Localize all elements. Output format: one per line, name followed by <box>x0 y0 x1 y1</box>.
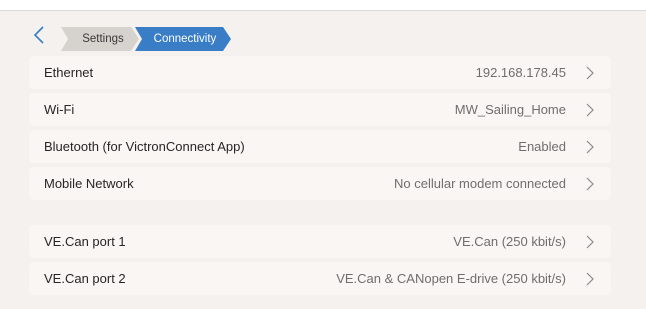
breadcrumb-settings-label: Settings <box>82 33 124 45</box>
chevron-right-icon <box>586 140 594 154</box>
list-item-value: No cellular modem connected <box>394 176 566 191</box>
list-item-label: VE.Can port 1 <box>44 234 126 249</box>
chevron-right-icon <box>586 66 594 80</box>
list-item-label: Mobile Network <box>44 176 134 191</box>
list-item-value: Enabled <box>518 139 566 154</box>
list-item-value: VE.Can (250 kbit/s) <box>453 234 566 249</box>
chevron-left-icon <box>33 26 44 44</box>
list-item-label: Ethernet <box>44 65 94 80</box>
back-button[interactable] <box>28 23 50 47</box>
settings-list: Ethernet 192.168.178.45 Wi-Fi MW_Sailing… <box>29 56 611 299</box>
breadcrumb-connectivity-label: Connectivity <box>153 33 217 45</box>
chevron-right-icon <box>586 177 594 191</box>
breadcrumb-settings[interactable]: Settings <box>61 27 139 51</box>
chevron-right-icon <box>586 272 594 286</box>
list-item-wifi[interactable]: Wi-Fi MW_Sailing_Home <box>29 93 611 126</box>
list-item-label: Bluetooth (for VictronConnect App) <box>44 139 245 154</box>
list-item-label: VE.Can port 2 <box>44 271 126 286</box>
list-item-value: MW_Sailing_Home <box>454 102 566 117</box>
chevron-right-icon <box>586 235 594 249</box>
header: Settings Connectivity <box>0 20 646 51</box>
list-item-value: VE.Can & CANopen E-drive (250 kbit/s) <box>336 271 566 286</box>
chevron-right-icon <box>586 103 594 117</box>
breadcrumb-connectivity[interactable]: Connectivity <box>135 27 231 51</box>
list-item-mobile-network[interactable]: Mobile Network No cellular modem connect… <box>29 167 611 200</box>
list-item-value: 192.168.178.45 <box>475 65 566 80</box>
list-item-label: Wi-Fi <box>44 102 75 117</box>
list-item-vecan-port-2[interactable]: VE.Can port 2 VE.Can & CANopen E-drive (… <box>29 262 611 295</box>
list-item-ethernet[interactable]: Ethernet 192.168.178.45 <box>29 56 611 89</box>
top-divider <box>0 0 646 11</box>
list-item-bluetooth[interactable]: Bluetooth (for VictronConnect App) Enabl… <box>29 130 611 163</box>
list-item-vecan-port-1[interactable]: VE.Can port 1 VE.Can (250 kbit/s) <box>29 225 611 258</box>
